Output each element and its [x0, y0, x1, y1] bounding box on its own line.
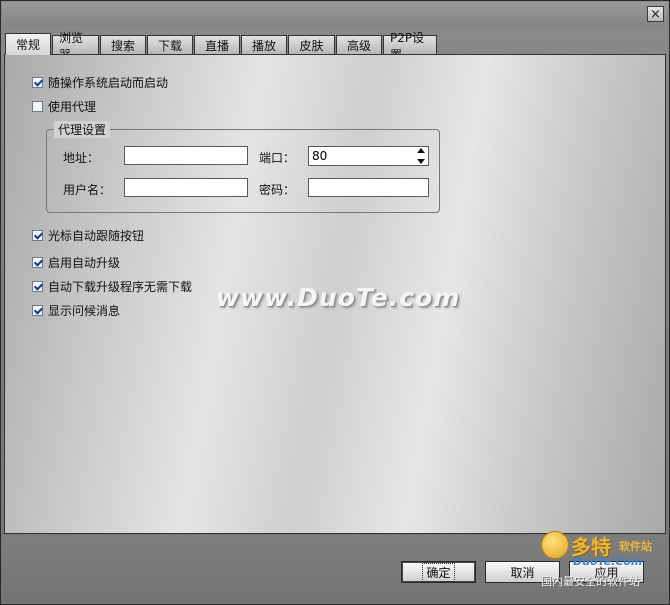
ok-button-label: 确定 [422, 562, 455, 582]
tab-playback[interactable]: 播放 [241, 35, 287, 55]
use-proxy-option[interactable]: 使用代理 [32, 98, 96, 115]
port-spin-buttons[interactable] [416, 148, 426, 164]
auto-upgrade-option[interactable]: 启用自动升级 [32, 254, 120, 271]
password-field[interactable] [308, 178, 429, 197]
auto-download-option[interactable]: 自动下载升级程序无需下载 [32, 278, 192, 295]
show-greeting-label: 显示问候消息 [48, 304, 121, 318]
startup-option[interactable]: 随操作系统启动而启动 [32, 74, 168, 91]
use-proxy-label: 使用代理 [48, 100, 97, 114]
auto-upgrade-checkbox[interactable] [32, 257, 43, 268]
proxy-settings-title: 代理设置 [54, 121, 111, 138]
address-field[interactable] [124, 146, 248, 165]
tab-download[interactable]: 下载 [147, 35, 193, 55]
spin-up-icon[interactable] [417, 148, 425, 153]
address-label: 地址： [63, 151, 100, 165]
tab-p2p-settings[interactable]: P2P设置 [383, 31, 437, 62]
ok-button[interactable]: 确定 [401, 561, 476, 583]
tab-general[interactable]: 常规 [5, 33, 51, 55]
close-icon: × [650, 6, 661, 22]
auto-download-label: 自动下载升级程序无需下载 [48, 280, 193, 294]
port-label: 端口： [259, 151, 296, 165]
auto-upgrade-label: 启用自动升级 [48, 256, 121, 270]
username-field[interactable] [124, 178, 248, 197]
startup-label: 随操作系统启动而启动 [48, 76, 169, 90]
port-field[interactable] [308, 146, 429, 166]
username-label: 用户名： [63, 183, 112, 197]
logo-url-text: DuoTe.Com [573, 555, 643, 568]
cursor-follow-label: 光标自动跟随按钮 [48, 229, 145, 243]
port-stepper[interactable] [308, 146, 429, 166]
settings-window: × 常规 浏览器 搜索 下载 直播 播放 皮肤 高级 P2P设置 随操作系统启动… [0, 0, 670, 605]
tab-browser[interactable]: 浏览器 [52, 31, 99, 62]
startup-checkbox[interactable] [32, 77, 43, 88]
tab-bar: 常规 浏览器 搜索 下载 直播 播放 皮肤 高级 P2P设置 [5, 31, 438, 62]
logo-sub-text: 软件站 [619, 540, 652, 553]
proxy-settings-group [46, 129, 440, 213]
close-button[interactable]: × [647, 6, 664, 22]
duote-logo: 多特 软件站 DuoTe.Com 国内最安全的软件站 [541, 529, 669, 603]
tab-skin[interactable]: 皮肤 [288, 35, 335, 55]
tab-live[interactable]: 直播 [194, 35, 240, 55]
title-bar: × [2, 2, 668, 26]
cursor-follow-checkbox[interactable] [32, 230, 43, 241]
mascot-icon [541, 531, 569, 559]
logo-tagline: 国内最安全的软件站 [541, 575, 640, 588]
use-proxy-checkbox[interactable] [32, 101, 43, 112]
cursor-follow-option[interactable]: 光标自动跟随按钮 [32, 227, 144, 244]
tab-search[interactable]: 搜索 [100, 35, 146, 55]
show-greeting-checkbox[interactable] [32, 305, 43, 316]
cancel-button-label: 取消 [510, 565, 535, 580]
tab-advanced[interactable]: 高级 [336, 35, 382, 55]
password-label: 密码： [259, 183, 296, 197]
watermark-text: www.DuoTe.com [216, 283, 461, 312]
show-greeting-option[interactable]: 显示问候消息 [32, 302, 120, 319]
spin-down-icon[interactable] [417, 159, 425, 164]
auto-download-checkbox[interactable] [32, 281, 43, 292]
